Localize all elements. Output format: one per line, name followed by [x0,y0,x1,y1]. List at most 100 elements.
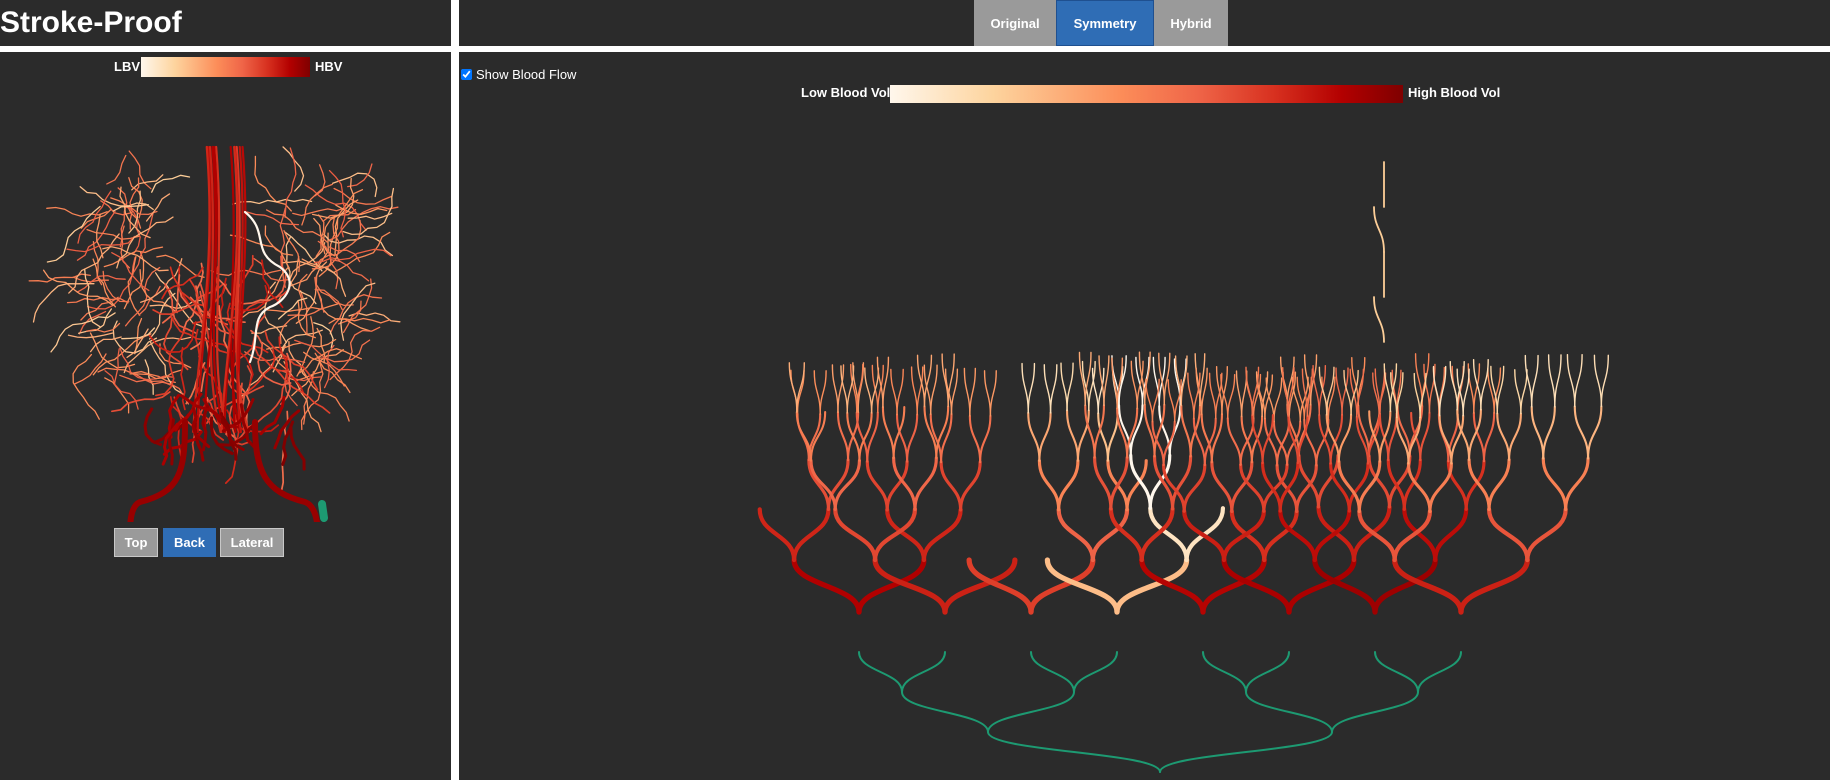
root-connector [1159,731,1333,773]
vessel-branch [1472,411,1486,463]
tab-symmetry[interactable]: Symmetry [1056,0,1154,46]
vessel-branch [1531,354,1539,408]
vessel-branch [1229,509,1267,563]
brain-vessel [72,353,100,420]
vessel-branch [1392,509,1433,563]
vessel-branch [819,370,827,415]
vessel-branch [1203,417,1217,467]
vessel-branch [989,370,997,417]
vessel-branch [1291,376,1301,423]
vessel-branch [1273,377,1283,423]
brain-vessel [347,212,393,220]
vessel-branch [890,368,898,416]
brain-vessel [156,254,205,278]
vessel-branch [1090,507,1130,563]
vessel-branch [1210,413,1224,464]
vessel-branch [1167,379,1176,423]
brain-vessel [72,276,109,283]
vessel-branch [1383,363,1392,413]
vessel-branch [791,557,862,615]
vessel-branch [1547,354,1556,408]
vessel-branch [1449,360,1458,411]
vessel-branch [892,456,917,511]
brain-vessel [151,174,191,193]
root-connector [987,691,1075,733]
brain-vessel [266,338,337,350]
vessel-branch [1574,353,1583,408]
vessel-branch [1541,456,1568,511]
vessel-branch [1438,365,1447,417]
brain-vessel [301,183,333,226]
vessel-branch [1106,412,1119,462]
vessel-branch [1210,460,1234,513]
lateral-view-button[interactable]: Lateral [220,528,284,557]
vessel-branch [1182,509,1227,563]
vessel-branch [1056,507,1095,563]
vessel-branch [969,367,977,417]
vessel-branch [1514,369,1522,415]
vessel-branch [882,356,890,408]
brain-vessel [328,206,399,241]
vessel-branch [896,368,904,416]
brain-vessel [292,207,346,217]
brain-vessel [143,407,162,446]
vessel-branch [1480,358,1489,411]
brain-vessel-render[interactable] [0,52,451,522]
vessel-branch [1027,362,1036,414]
vessel-branch [892,406,906,459]
root-connector [901,691,989,733]
brain-vessel [325,267,347,297]
vessel-branch [1432,365,1441,417]
brain-vessel [266,303,339,313]
brain-3d-panel: LBV HBV Top Back Lateral [0,52,451,780]
vessel-branch [1103,355,1110,406]
vessel-branch [809,410,827,462]
top-view-button[interactable]: Top [114,528,158,557]
vessel-branch [1282,367,1290,417]
vessel-branch [1554,354,1562,408]
tab-hybrid[interactable]: Hybrid [1154,0,1228,46]
vessel-branch [1462,368,1470,417]
vessel-branch [831,364,839,413]
vessel-branch [809,459,837,511]
vessel-branch [1245,366,1253,416]
vessel-branch [983,370,992,417]
back-view-button[interactable]: Back [163,528,216,557]
vessel-branch [840,365,848,414]
brain-vessel [180,346,186,411]
vessel-branch [1530,405,1545,460]
root-connector [987,731,1161,773]
vessel-branch [1027,411,1041,462]
vessel-branch [1038,411,1052,462]
vessel-branch [1487,458,1511,511]
vessel-branch [1240,415,1253,464]
symmetry-vessel-tree[interactable] [459,52,1830,780]
app-title: Stroke-Proof [0,6,182,39]
vessel-branch [1414,353,1423,407]
vessel-branch [1525,507,1568,563]
vessel-branch [979,414,992,464]
root-connector [1030,651,1075,693]
vessel-branch [913,456,938,511]
brain-vessel [104,377,130,414]
vessel-branch [813,370,821,415]
vessel-branch [1043,364,1052,414]
vessel-branch [1486,507,1530,563]
brain-vessel [316,290,371,332]
vessel-branch [1262,463,1289,513]
vessel-branch [1433,507,1469,563]
vessel-branch [1520,369,1528,415]
root-connector [901,651,946,693]
vessel-branch [1419,411,1431,462]
brain-vessel [289,426,306,471]
vessel-branch [1587,405,1603,460]
vessel-branch [1065,409,1079,462]
brain-vessel [77,190,112,244]
vessel-branch [866,411,879,463]
vessel-branch [910,366,918,416]
vessel-branch [930,364,938,415]
vessel-branch [1542,405,1556,460]
tab-original[interactable]: Original [974,0,1056,46]
vessel-branch [1187,372,1195,420]
vessel-branch [1093,404,1106,459]
